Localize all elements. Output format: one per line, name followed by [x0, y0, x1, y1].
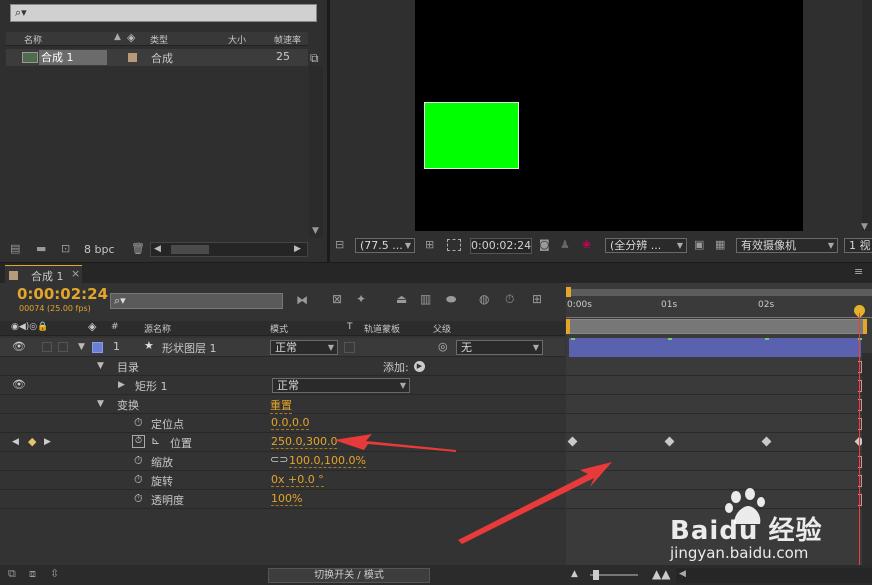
- arrow-to-keyframes: [458, 462, 612, 544]
- baidu-jingyan-watermark: Baidu 经验 jingyan.baidu.com: [668, 488, 868, 568]
- watermark-url: jingyan.baidu.com: [670, 544, 809, 562]
- watermark-brand: Baidu 经验: [670, 516, 823, 546]
- arrow-to-position-value: [334, 434, 456, 452]
